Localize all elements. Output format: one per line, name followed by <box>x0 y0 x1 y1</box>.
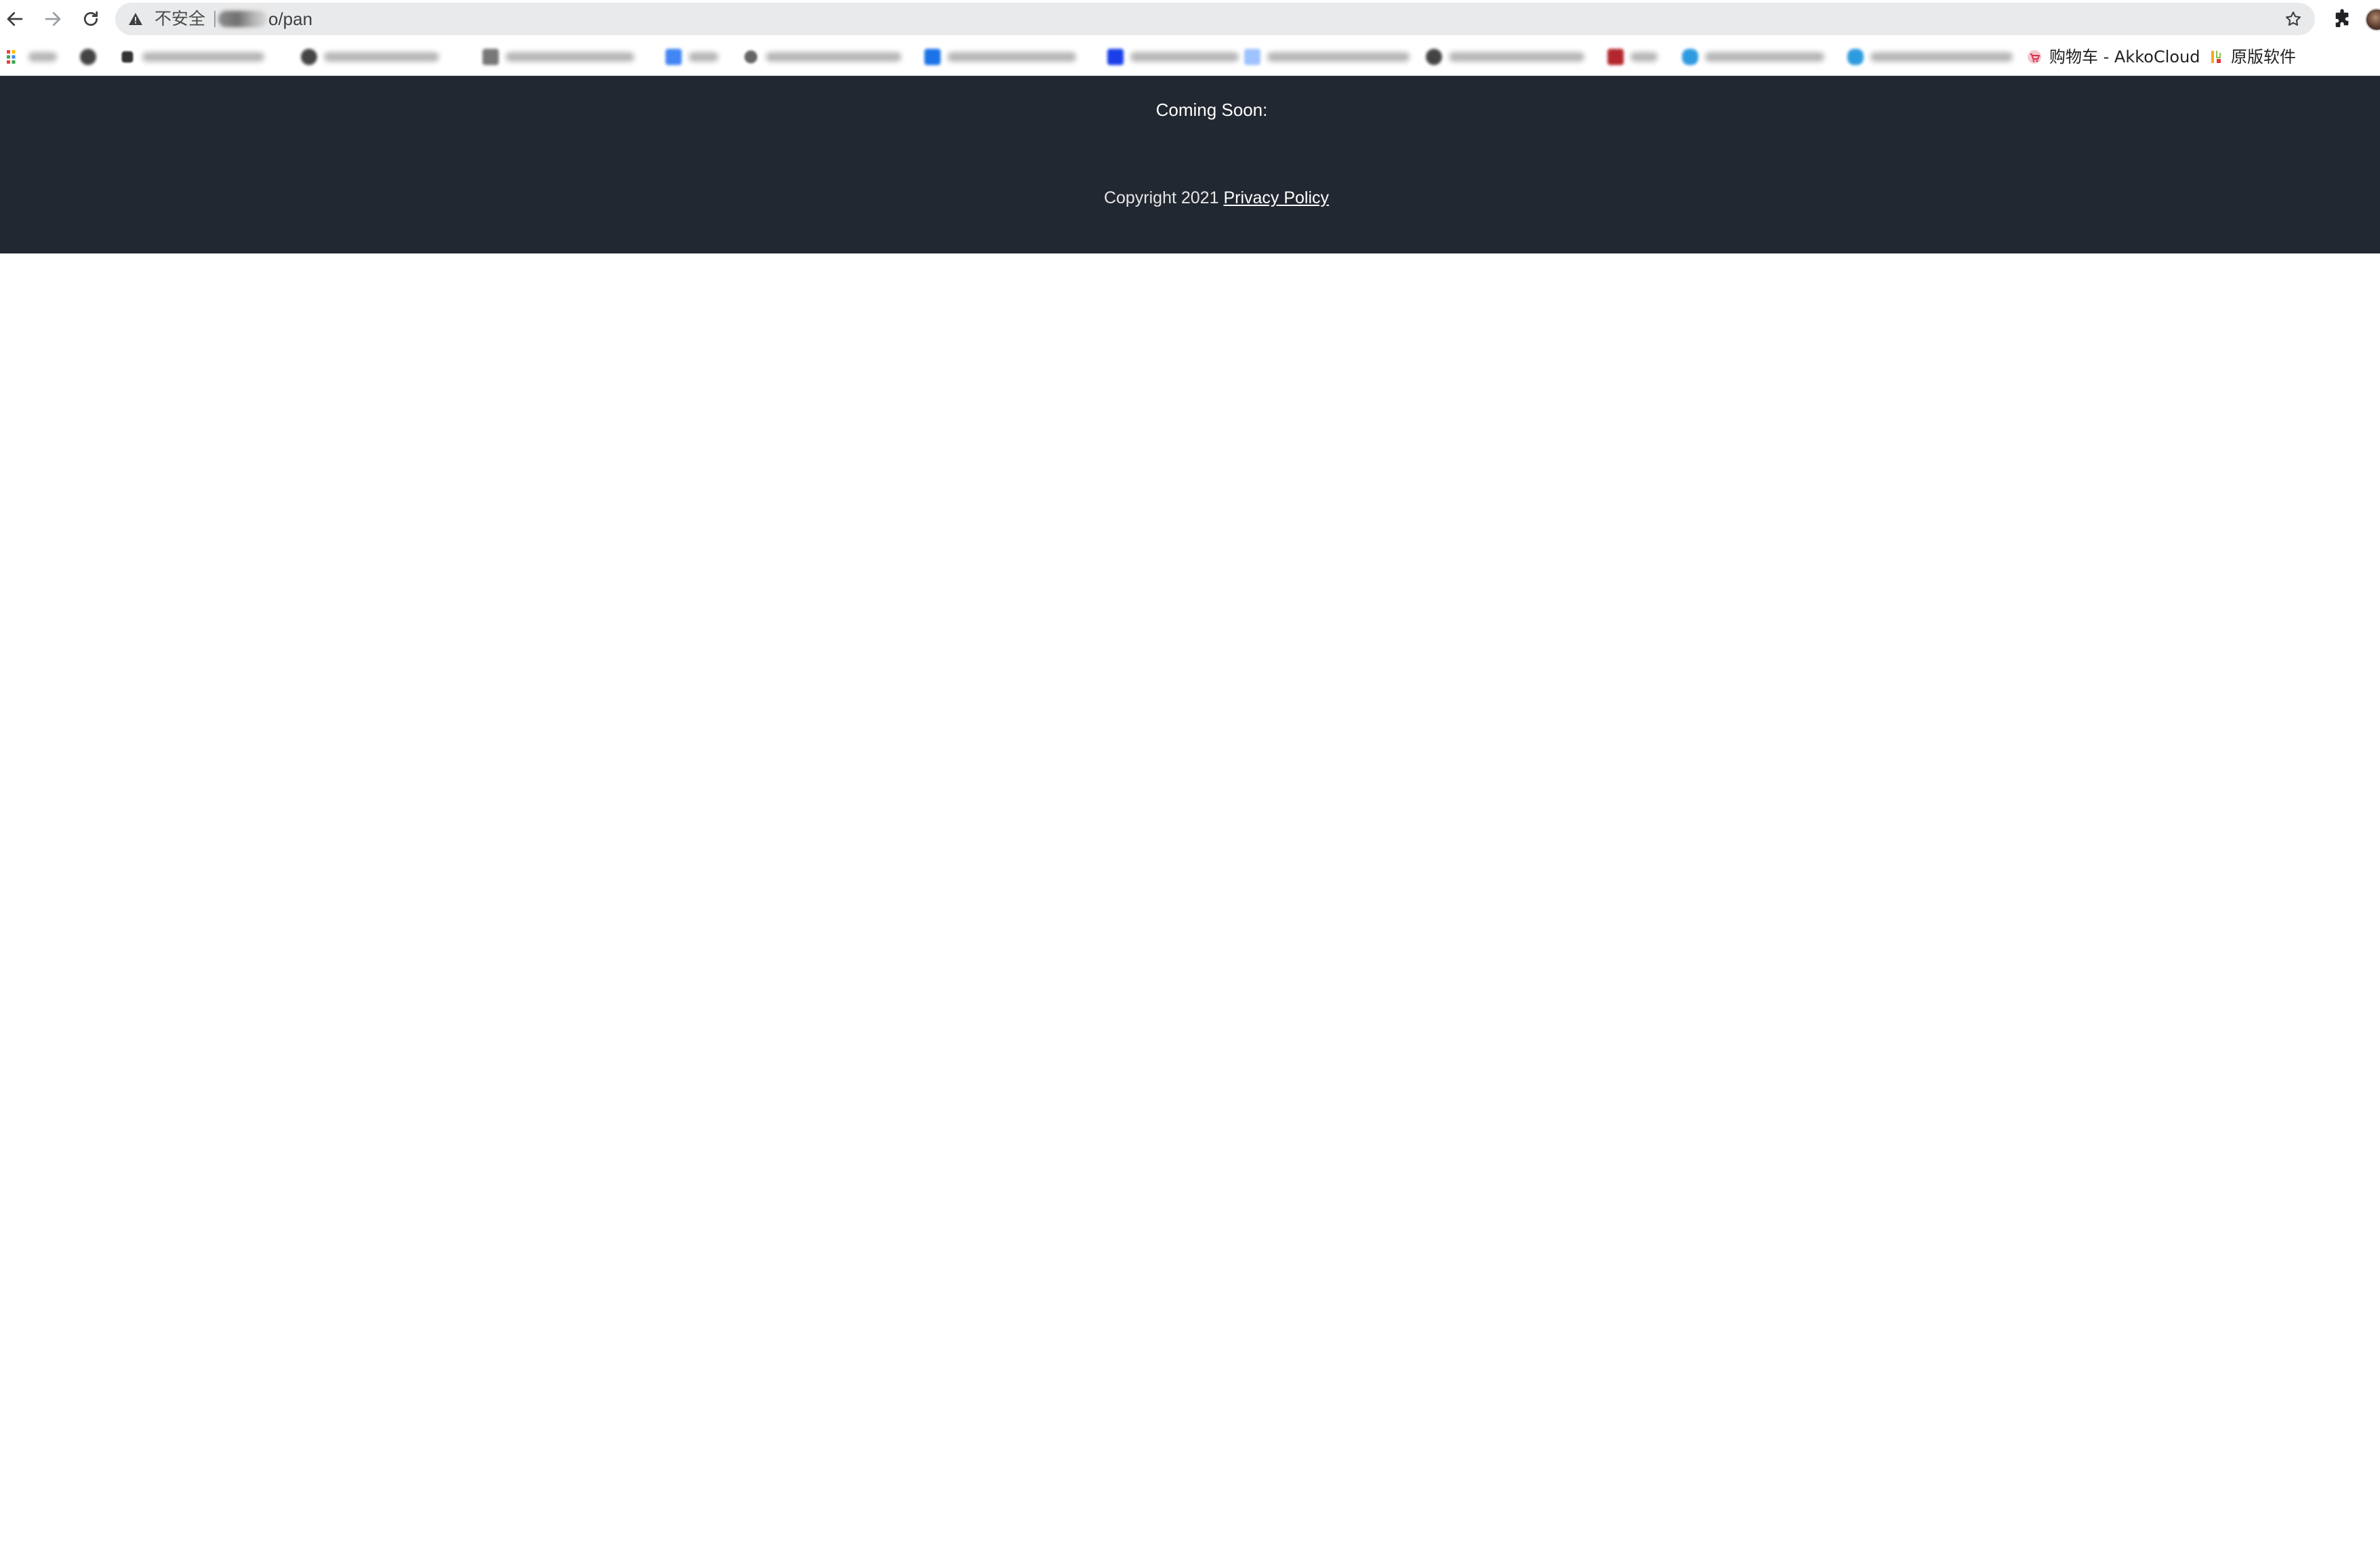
bookmark-item[interactable] <box>665 46 718 68</box>
bookmark-item[interactable] <box>483 46 634 68</box>
bookmark-item[interactable] <box>1107 46 1239 68</box>
drive-icon <box>924 49 941 65</box>
bookmark-item[interactable] <box>119 46 264 68</box>
bookmark-item[interactable] <box>1607 46 1658 68</box>
bookmark-label: 购物车 - AkkoCloud <box>2049 47 2200 66</box>
back-button[interactable] <box>1 5 28 33</box>
puzzle-icon[interactable] <box>2331 8 2353 30</box>
back-arrow-icon <box>7 12 23 26</box>
footer-copyright: Copyright 2021 Privacy Policy <box>0 187 2380 209</box>
star-icon[interactable] <box>2284 9 2303 28</box>
translate-icon <box>665 49 682 65</box>
chat-icon <box>121 51 134 63</box>
software-icon <box>2211 51 2221 63</box>
wallpaper-icon <box>483 49 499 65</box>
profile-avatar[interactable] <box>2365 8 2380 31</box>
bookmark-item[interactable] <box>1682 46 1824 68</box>
bookmarks-bar: 购物车 - AkkoCloud 原版软件 <box>0 38 2380 76</box>
apps-grid-icon <box>7 50 16 64</box>
forward-arrow-icon <box>45 12 61 26</box>
bookmark-item[interactable] <box>5 46 57 68</box>
warning-triangle-icon[interactable] <box>127 11 144 27</box>
bookmark-akkocloud[interactable]: 购物车 - AkkoCloud <box>2026 46 2200 68</box>
bookmark-software[interactable]: 原版软件 <box>2208 46 2296 68</box>
github-icon <box>301 49 317 65</box>
browser-toolbar: 不安全 o/pan <box>0 0 2380 38</box>
bookmark-item[interactable] <box>743 46 901 68</box>
cloud-icon <box>1847 49 1864 65</box>
redacted-domain <box>218 11 267 27</box>
bookmark-label: 原版软件 <box>2231 47 2296 66</box>
address-bar[interactable]: 不安全 o/pan <box>115 3 2315 35</box>
reload-icon <box>83 11 98 26</box>
bookmark-item[interactable] <box>80 46 96 68</box>
copyright-text: Copyright 2021 <box>1103 188 1224 207</box>
bookmark-item[interactable] <box>924 46 1076 68</box>
user-icon <box>744 50 758 64</box>
mail-icon <box>1107 49 1124 65</box>
cloud-icon <box>1682 49 1698 65</box>
bookmark-item[interactable] <box>1426 46 1584 68</box>
github-icon <box>80 49 96 65</box>
reload-button[interactable] <box>77 5 104 33</box>
security-status-label[interactable]: 不安全 <box>155 9 205 28</box>
cart-icon <box>2028 50 2041 64</box>
bookmark-item[interactable] <box>1244 46 1410 68</box>
page-heading: Coming Soon: <box>1155 100 1268 120</box>
bookmark-item[interactable] <box>301 46 439 68</box>
url-text[interactable]: o/pan <box>268 9 312 28</box>
doc-icon <box>1244 49 1260 65</box>
url-divider <box>214 11 216 27</box>
dark-banner: Coming Soon: Copyright 2021 Privacy Poli… <box>0 76 2380 253</box>
red-square-icon <box>1607 49 1624 65</box>
privacy-policy-link[interactable]: Privacy Policy <box>1223 188 1329 207</box>
forward-button[interactable] <box>39 5 66 33</box>
github-icon <box>1426 49 1442 65</box>
bookmark-item[interactable] <box>1847 46 2013 68</box>
